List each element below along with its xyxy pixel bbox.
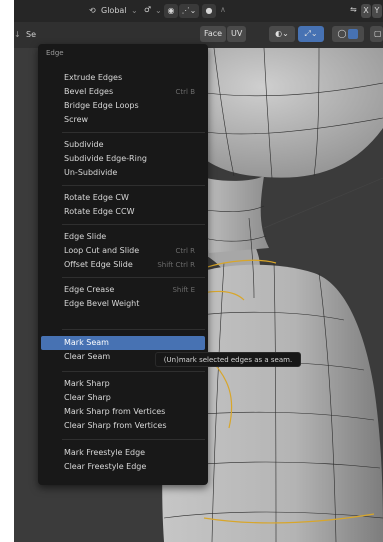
menu-item-loop-cut-and-slide[interactable]: Loop Cut and Slide Ctrl R [41, 244, 205, 258]
header-bar: ⟲ Global ⌄ ♂ ⌄ ◉ ⋰⌄ ● ∧ ⇋ X Y [14, 0, 383, 22]
menu-separator [62, 329, 205, 330]
gizmo-dropdown-icon[interactable]: ⤢⌄ [298, 26, 324, 42]
uv-menu[interactable]: UV [227, 26, 247, 42]
menu-item-mark-freestyle-edge[interactable]: Mark Freestyle Edge [41, 446, 205, 460]
face-menu[interactable]: Face [200, 26, 227, 42]
menu-item-edge-bevel-weight[interactable]: Edge Bevel Weight [41, 297, 205, 311]
snap-toggle-icon[interactable]: ◉ [164, 4, 178, 18]
menu-separator [62, 439, 205, 440]
menu-item-offset-edge-slide[interactable]: Offset Edge Slide Shift Ctrl R [41, 258, 205, 272]
menu-item-clear-freestyle-edge[interactable]: Clear Freestyle Edge [41, 460, 205, 474]
chevron-down-icon[interactable]: ⌄ [155, 6, 162, 15]
transform-orientation-icon[interactable]: ⟲ [89, 6, 96, 15]
xray-toggle-icon[interactable]: ▢ [370, 26, 383, 42]
edge-menu: Edge Extrude Edges Bevel Edges Ctrl B Bri… [38, 44, 208, 485]
menu-item-rotate-edge-cw[interactable]: Rotate Edge CW [41, 191, 205, 205]
menu-separator [62, 224, 205, 225]
menu-item-rotate-edge-ccw[interactable]: Rotate Edge CCW [41, 205, 205, 219]
select-menu[interactable]: Se [26, 30, 36, 39]
menu-title: Edge [46, 49, 64, 57]
menu-item-screw[interactable]: Screw [41, 113, 205, 127]
menu-separator [62, 185, 205, 186]
menu-item-bridge-edge-loops[interactable]: Bridge Edge Loops [41, 99, 205, 113]
menu-item-edge-slide[interactable]: Edge Slide [41, 230, 205, 244]
transform-orientation-dropdown[interactable]: Global [101, 6, 127, 15]
menu-item-clear-sharp-from-vertices[interactable]: Clear Sharp from Vertices [41, 419, 205, 433]
visibility-dropdown-icon[interactable]: ◐⌄ [269, 26, 295, 42]
menu-item-subdivide[interactable]: Subdivide [41, 138, 205, 152]
proportional-edit-icon[interactable]: ● [202, 4, 216, 18]
menu-separator [62, 132, 205, 133]
menu-item-subdivide-edge-ring[interactable]: Subdivide Edge-Ring [41, 152, 205, 166]
menu-item-mark-seam[interactable]: Mark Seam [41, 336, 205, 350]
blender-window: ⟲ Global ⌄ ♂ ⌄ ◉ ⋰⌄ ● ∧ ⇋ X Y ↓ Se Face … [14, 0, 383, 542]
menu-item-clear-sharp[interactable]: Clear Sharp [41, 391, 205, 405]
menu-item-mark-sharp[interactable]: Mark Sharp [41, 377, 205, 391]
mirror-x-button[interactable]: X [361, 4, 371, 18]
mirror-icon[interactable]: ⇋ [350, 5, 357, 14]
pivot-point-icon[interactable]: ♂ [144, 5, 151, 14]
tooltip: (Un)mark selected edges as a seam. [155, 352, 301, 367]
menu-item-mark-sharp-from-vertices[interactable]: Mark Sharp from Vertices [41, 405, 205, 419]
falloff-icon[interactable]: ∧ [220, 5, 226, 14]
mirror-y-button[interactable]: Y [372, 4, 382, 18]
menu-item-un-subdivide[interactable]: Un-Subdivide [41, 166, 205, 180]
menu-item-bevel-edges[interactable]: Bevel Edges Ctrl B [41, 85, 205, 99]
menu-item-extrude-edges[interactable]: Extrude Edges [41, 71, 205, 85]
view-menu-fragment[interactable]: ↓ [14, 30, 21, 39]
menu-separator [62, 371, 205, 372]
overlay-dropdown-icon[interactable]: ◯ [332, 26, 364, 42]
menu-item-edge-crease[interactable]: Edge Crease Shift E [41, 283, 205, 297]
menu-separator [62, 277, 205, 278]
snap-target-icon[interactable]: ⋰⌄ [179, 4, 199, 18]
chevron-down-icon[interactable]: ⌄ [131, 6, 138, 15]
